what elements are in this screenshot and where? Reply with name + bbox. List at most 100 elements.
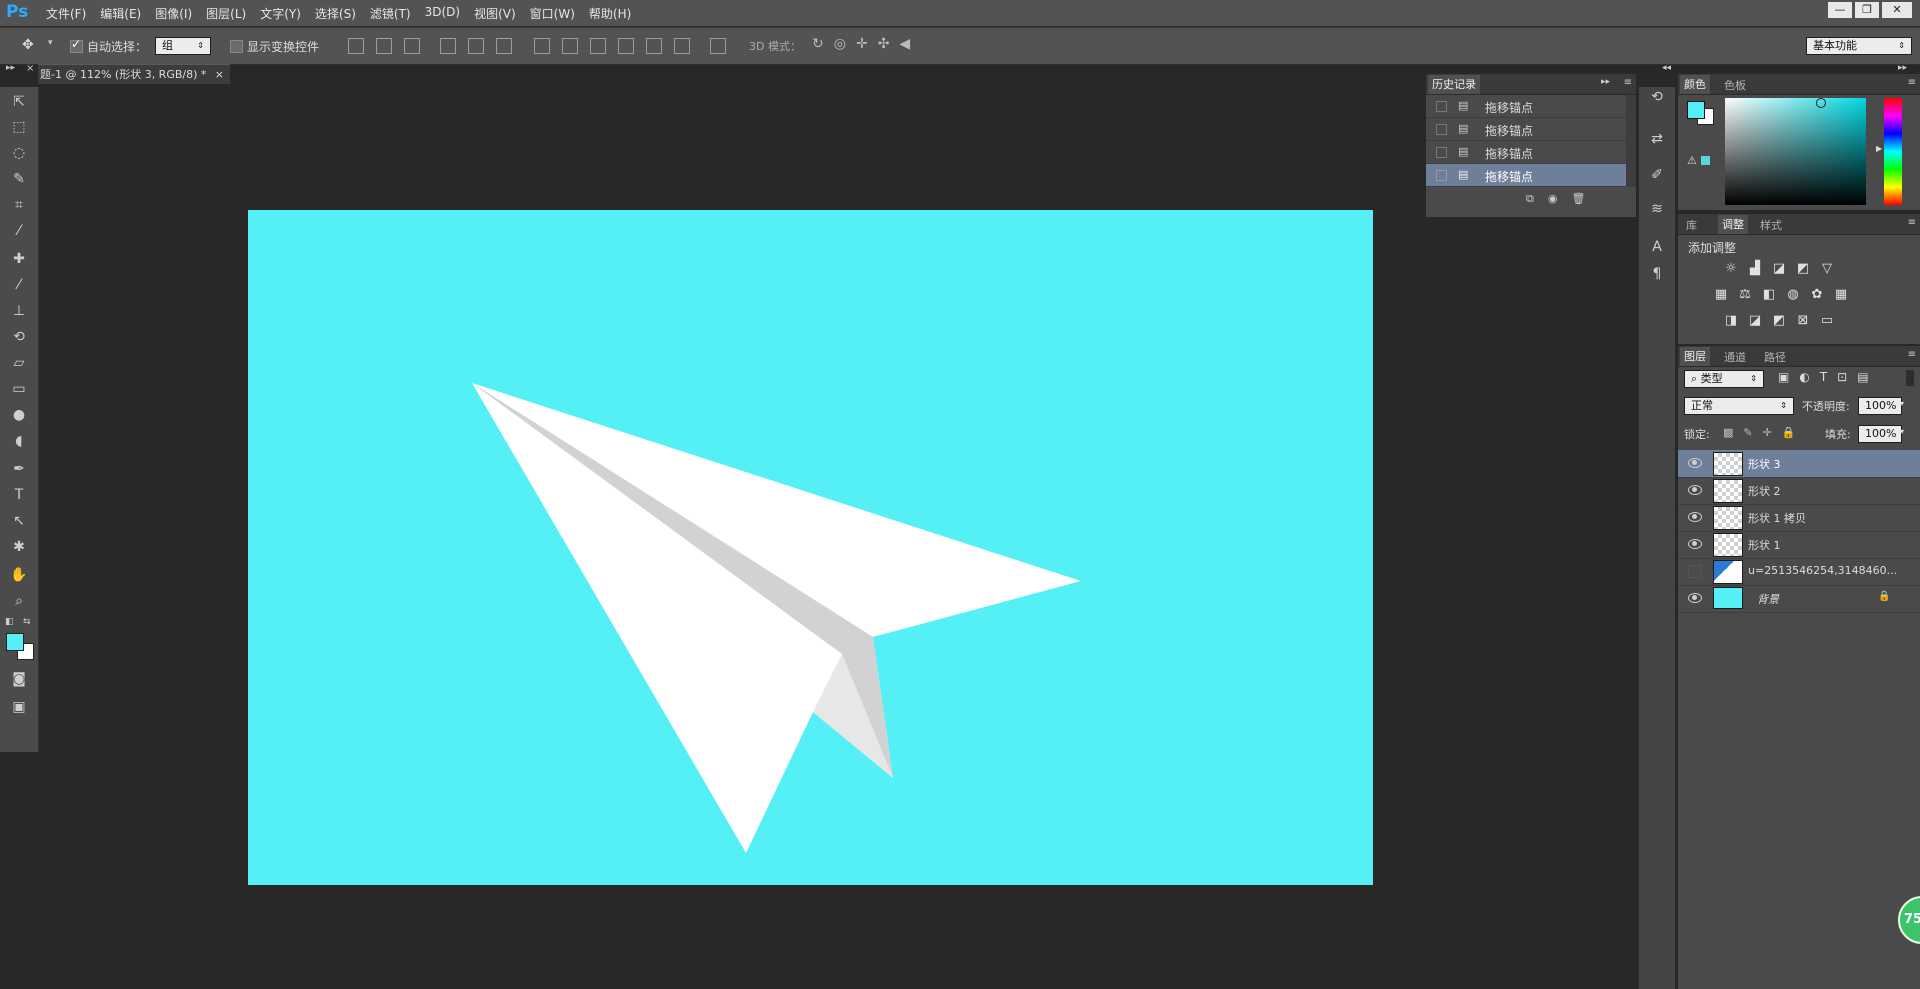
path-select-tool-icon[interactable]: ↖ (9, 511, 29, 531)
filter-type-icon[interactable]: T (1820, 370, 1827, 384)
tab-adjustments[interactable]: 调整 (1718, 215, 1748, 234)
menu-help[interactable]: 帮助(H) (589, 5, 631, 22)
distribute-hcenter-icon[interactable] (646, 38, 662, 54)
align-vcenter-icon[interactable] (376, 38, 392, 54)
hue-slider-marker-icon[interactable]: ▶ (1876, 144, 1882, 153)
shape-tool-icon[interactable]: ✱ (9, 537, 29, 557)
pen-tool-icon[interactable]: ✒ (9, 459, 29, 479)
history-snapshot-checkbox[interactable] (1436, 147, 1447, 158)
history-item[interactable]: ▤ 拖移锚点 (1426, 95, 1636, 118)
new-document-from-state-icon[interactable]: ⧉ (1526, 192, 1534, 206)
align-bottom-icon[interactable] (404, 38, 420, 54)
exposure-icon[interactable]: ◩ (1795, 262, 1811, 276)
layer-row-selected[interactable]: 形状 3 (1678, 450, 1920, 478)
brush-tool-icon[interactable]: ⁄ (9, 275, 29, 295)
hue-saturation-icon[interactable]: ▦ (1713, 288, 1729, 302)
auto-select-checkbox[interactable] (70, 37, 83, 53)
visibility-eye-icon[interactable] (1688, 485, 1702, 495)
distribute-top-icon[interactable] (534, 38, 550, 54)
history-scrollbar[interactable] (1626, 95, 1636, 187)
move-tool-icon[interactable]: ⇱ (9, 92, 29, 112)
slide-3d-icon[interactable]: ✣ (878, 36, 890, 52)
visibility-eye-icon[interactable] (1688, 539, 1702, 549)
quick-select-tool-icon[interactable]: ✎ (9, 169, 29, 189)
filter-smart-object-icon[interactable]: ▤ (1857, 370, 1868, 384)
tools-collapse-icon[interactable]: ▸▸ (6, 63, 15, 73)
scale-3d-icon[interactable]: ◀ (899, 36, 910, 52)
opacity-input[interactable]: 100% (1858, 397, 1902, 415)
adjustments-menu-icon[interactable]: ≡ (1908, 217, 1916, 228)
filter-adjustment-icon[interactable]: ◐ (1799, 370, 1809, 384)
menu-select[interactable]: 选择(S) (315, 5, 356, 22)
healing-brush-tool-icon[interactable]: ✚ (9, 249, 29, 269)
distribute-left-icon[interactable] (618, 38, 634, 54)
blend-mode-dropdown[interactable]: 正常 ⇕ (1684, 397, 1794, 415)
align-top-icon[interactable] (348, 38, 364, 54)
visibility-eye-icon[interactable] (1688, 458, 1702, 468)
move-tool-icon[interactable]: ✥ (22, 37, 34, 53)
tab-layers[interactable]: 图层 (1680, 347, 1710, 366)
gamut-color-chip[interactable] (1701, 156, 1710, 165)
panels-expand-icon[interactable]: ▸▸ (1898, 63, 1907, 73)
foreground-color-swatch[interactable] (6, 633, 24, 651)
tab-styles[interactable]: 样式 (1760, 217, 1782, 233)
visibility-off-box[interactable] (1688, 565, 1701, 578)
gradient-tool-icon[interactable]: ▭ (9, 379, 29, 399)
document-close-icon[interactable]: × (215, 65, 224, 84)
fill-dropdown-icon[interactable]: ▾ (1900, 427, 1904, 436)
menu-file[interactable]: 文件(F) (46, 5, 86, 22)
threshold-icon[interactable]: ◩ (1771, 314, 1787, 328)
tools-close-icon[interactable]: × (26, 63, 34, 74)
lock-image-icon[interactable]: ✎ (1743, 426, 1752, 439)
menu-window[interactable]: 窗口(W) (530, 5, 575, 22)
restore-button[interactable]: ❐ (1855, 2, 1879, 18)
strip-collapse-icon[interactable]: ◂◂ (1662, 63, 1671, 73)
zoom-tool-icon[interactable]: ⌕ (9, 591, 29, 611)
tab-history[interactable]: 历史记录 (1428, 75, 1480, 94)
type-tool-icon[interactable]: T (9, 485, 29, 505)
swap-colors-icon[interactable]: ⇆ (23, 617, 31, 627)
tab-channels[interactable]: 通道 (1724, 349, 1746, 365)
document-tab[interactable]: 题-1 @ 112% (形状 3, RGB/8) * × (38, 64, 230, 84)
lock-position-icon[interactable]: ✛ (1763, 426, 1772, 439)
history-menu-icon[interactable]: ≡ (1624, 77, 1632, 88)
workspace-dropdown[interactable]: 基本功能 ⇕ (1806, 37, 1912, 55)
filter-pixel-icon[interactable]: ▣ (1778, 370, 1789, 384)
history-panel-icon[interactable]: ⟲ (1647, 87, 1667, 107)
crop-tool-icon[interactable]: ⌗ (9, 195, 29, 215)
properties-panel-icon[interactable]: ⇄ (1647, 129, 1667, 149)
history-item[interactable]: ▤ 拖移锚点 (1426, 141, 1636, 164)
history-brush-tool-icon[interactable]: ⟲ (9, 327, 29, 347)
filter-toggle-icon[interactable] (1906, 370, 1914, 386)
paragraph-panel-icon[interactable]: ¶ (1647, 264, 1667, 284)
roll-3d-icon[interactable]: ◎ (834, 36, 846, 52)
distribute-right-icon[interactable] (674, 38, 690, 54)
visibility-eye-icon[interactable] (1688, 512, 1702, 522)
tab-swatches[interactable]: 色板 (1724, 77, 1746, 93)
auto-align-icon[interactable] (710, 38, 726, 54)
layer-row[interactable]: 形状 1 拷贝 (1678, 504, 1920, 532)
auto-select-dropdown[interactable]: 组 ⇕ (155, 37, 211, 55)
layer-row[interactable]: 形状 1 (1678, 531, 1920, 559)
menu-type[interactable]: 文字(Y) (260, 5, 301, 22)
layer-row[interactable]: 形状 2 (1678, 477, 1920, 505)
opacity-dropdown-icon[interactable]: ▾ (1900, 399, 1904, 408)
selective-color-icon[interactable]: ⊠ (1795, 314, 1811, 328)
quick-mask-icon[interactable]: ◙ (9, 669, 29, 689)
dodge-tool-icon[interactable]: ◖ (9, 431, 29, 451)
transform-controls-checkbox[interactable] (230, 39, 243, 53)
color-panel-menu-icon[interactable]: ≡ (1908, 77, 1916, 88)
vibrance-icon[interactable]: ▽ (1819, 262, 1835, 276)
delete-state-icon[interactable]: 🗑 (1571, 192, 1585, 206)
history-item[interactable]: ▤ 拖移锚点 (1426, 118, 1636, 141)
photo-filter-icon[interactable]: ◍ (1785, 288, 1801, 302)
layer-row[interactable]: u=2513546254,3148460... (1678, 558, 1920, 586)
gradient-map-icon[interactable]: ▭ (1819, 314, 1835, 328)
screen-mode-icon[interactable]: ▣ (9, 697, 29, 717)
align-hcenter-icon[interactable] (468, 38, 484, 54)
lock-transparent-icon[interactable]: ▩ (1723, 426, 1733, 439)
blur-tool-icon[interactable]: ● (9, 405, 29, 425)
drag-3d-icon[interactable]: ✛ (856, 36, 868, 52)
menu-filter[interactable]: 滤镜(T) (370, 5, 411, 22)
layer-filter-dropdown[interactable]: ⌕ 类型 ⇕ (1684, 370, 1764, 388)
